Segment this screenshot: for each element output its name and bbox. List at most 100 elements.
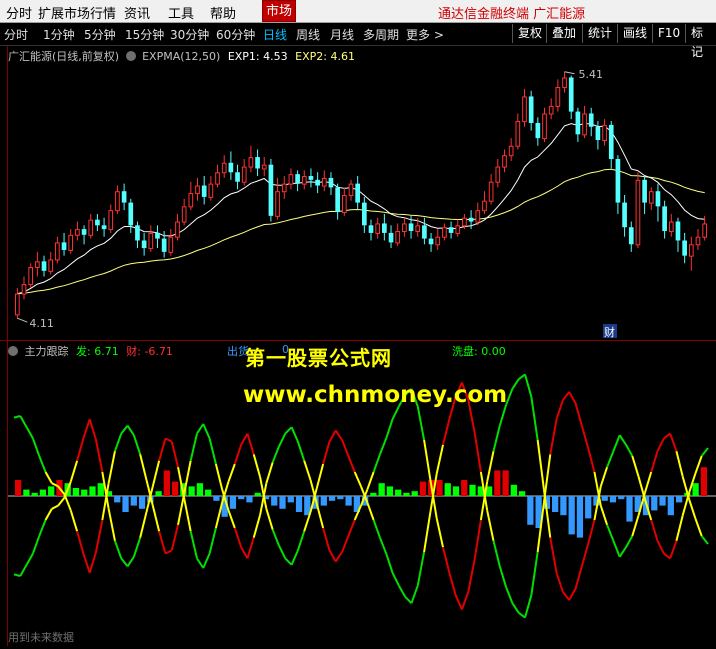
cai-line <box>416 551 426 586</box>
candle-body <box>495 166 501 183</box>
fa-line <box>139 454 148 481</box>
fa-line <box>461 591 470 610</box>
low-pointer <box>17 317 28 323</box>
cai-line <box>31 535 41 554</box>
flow-bar <box>345 496 352 506</box>
flow-bar <box>502 470 509 496</box>
candle-body <box>208 183 214 198</box>
candle-body <box>355 183 360 203</box>
candle-body <box>148 232 154 250</box>
candle-body <box>101 225 107 230</box>
candle-body <box>615 158 621 203</box>
flow-bar <box>213 496 220 501</box>
candle-body <box>248 157 254 168</box>
candle-body <box>502 155 507 168</box>
candle-body <box>382 223 387 233</box>
candle-body <box>221 162 227 174</box>
flow-bar <box>667 496 674 516</box>
cai-line <box>378 537 388 554</box>
candle-body <box>175 221 180 238</box>
flow-bar <box>601 496 608 501</box>
cai-line <box>347 455 356 473</box>
candle-body <box>35 261 40 269</box>
chart-canvas: 5.41 4.11 财 <box>8 68 716 619</box>
cai-line <box>19 564 28 577</box>
cai-line <box>492 540 501 567</box>
cai-line <box>442 418 451 446</box>
cai-line <box>549 419 558 455</box>
cai-line <box>158 438 167 462</box>
candle-body <box>575 111 581 135</box>
fa-line <box>189 433 198 462</box>
candle-body <box>395 231 401 244</box>
flow-bar <box>411 491 418 496</box>
fa-line <box>240 546 249 559</box>
candle-body <box>475 210 481 223</box>
cai-line <box>385 553 394 574</box>
cai-line <box>44 508 53 521</box>
flow-bar <box>370 492 377 496</box>
candle-body <box>555 86 561 107</box>
candle-body <box>402 223 407 233</box>
cai-line <box>397 585 407 598</box>
cai-line <box>643 471 653 494</box>
cai-line <box>252 454 262 478</box>
flow-bar <box>626 496 633 522</box>
cai-line <box>372 519 381 538</box>
flow-bar <box>295 496 303 512</box>
candle-body <box>115 191 120 212</box>
candle-body <box>308 176 314 180</box>
flow-bar <box>320 496 327 506</box>
cai-line <box>650 450 659 473</box>
flow-bar <box>659 496 666 506</box>
candle-body <box>15 293 20 316</box>
flow-bar <box>130 496 137 506</box>
flow-bar <box>609 496 617 503</box>
cai-line <box>170 441 180 468</box>
flow-bar <box>494 470 501 496</box>
fa-line <box>442 546 451 574</box>
candle-body <box>528 96 534 123</box>
cai-line <box>423 511 432 553</box>
candle-body <box>542 113 547 140</box>
fa-line <box>69 510 79 532</box>
candle-body <box>21 284 27 295</box>
cai-line <box>208 527 217 554</box>
fa-line <box>107 451 116 484</box>
cai-line <box>284 557 293 566</box>
candle-body <box>135 225 140 241</box>
flow-bar <box>196 483 204 496</box>
cai-line <box>202 553 211 569</box>
fa-line <box>568 588 577 601</box>
flow-bar <box>31 492 38 496</box>
flow-bar <box>171 481 179 496</box>
candle-body <box>682 240 687 256</box>
candle-body <box>88 219 94 236</box>
fa-line <box>132 434 142 455</box>
cai-line <box>139 511 148 538</box>
flow-bar <box>122 496 129 512</box>
cai-line <box>57 496 66 507</box>
fa-line <box>334 551 343 563</box>
candle-body <box>435 236 441 246</box>
flow-bar <box>287 496 294 503</box>
fa-line <box>454 594 463 611</box>
flow-bar <box>328 496 336 501</box>
flow-bar <box>444 483 451 496</box>
flow-bar <box>568 496 575 535</box>
fa-line <box>214 463 224 490</box>
cai-line <box>587 447 596 473</box>
cai-line <box>322 441 331 465</box>
cai-line <box>278 545 287 559</box>
candle-body <box>95 219 100 226</box>
cai-line <box>580 425 590 449</box>
fa-line <box>158 530 167 554</box>
flow-bar <box>155 491 162 496</box>
cai-line <box>669 433 678 452</box>
candle-body <box>368 225 374 233</box>
flow-bar <box>552 496 559 512</box>
fa-line <box>341 535 350 553</box>
fa-line <box>322 527 331 551</box>
fa-line <box>44 471 53 484</box>
fa-line <box>549 537 558 573</box>
